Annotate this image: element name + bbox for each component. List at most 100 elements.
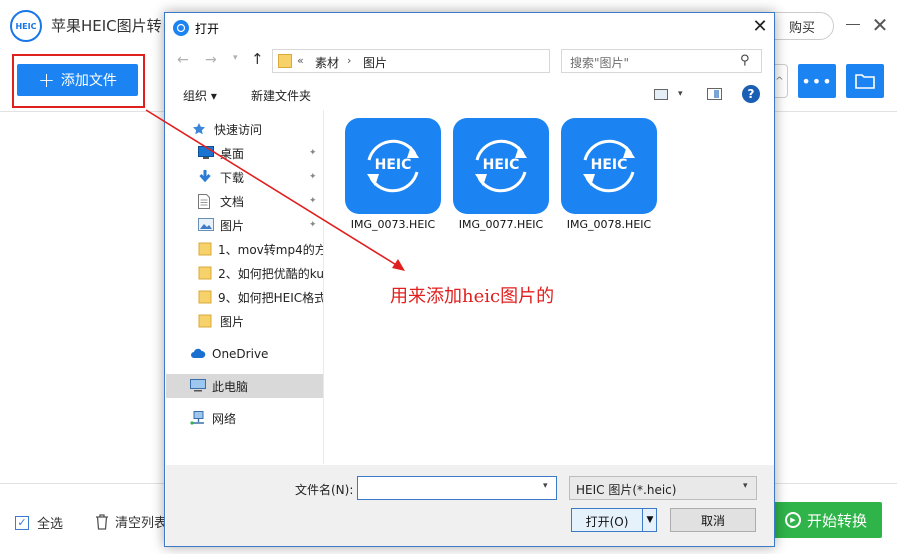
more-options-button[interactable]: ••• (798, 64, 836, 98)
dialog-close-icon[interactable]: ✕ (751, 17, 769, 37)
pin-icon[interactable]: ✦ (309, 220, 317, 230)
document-icon (198, 194, 214, 209)
trash-icon (96, 513, 108, 530)
nav-item-label: 图片 (220, 314, 245, 329)
organize-menu-button[interactable]: 组织 ▾ (183, 87, 217, 104)
folder-icon (198, 242, 212, 256)
play-circle-icon: ▶ (784, 512, 801, 528)
nav-item-label: 网络 (212, 411, 237, 426)
desktop-icon (198, 146, 214, 160)
nav-item-folder-mov[interactable]: 1、mov转mp4的方 (166, 237, 323, 261)
nav-item-pictures[interactable]: 图片 ✦ (166, 213, 323, 237)
nav-item-label: 9、如何把HEIC格式 (218, 290, 324, 305)
nav-item-label: 文档 (220, 194, 245, 209)
nav-item-label: 桌面 (220, 146, 245, 161)
search-placeholder: 搜索"图片" (570, 56, 630, 70)
select-all-checkbox[interactable]: ✓ 全选 (15, 513, 63, 532)
heic-badge-text: HEIC (482, 157, 520, 173)
app-dialog-icon (173, 20, 189, 36)
cloud-icon (190, 347, 206, 361)
navigation-pane[interactable]: 快速访问 桌面 ✦ 下载 ✦ 文档 ✦ 图片 ✦ 1、mov转mp4的方 2、如… (166, 110, 324, 464)
pin-icon[interactable]: ✦ (309, 196, 317, 206)
clear-list-label: 清空列表 (115, 516, 168, 531)
annotation-text: 用来添加heic图片的 (390, 286, 555, 307)
open-options-dropdown-icon[interactable]: ▼ (642, 508, 657, 532)
filename-input[interactable] (357, 476, 557, 500)
nav-item-label: 快速访问 (214, 122, 263, 137)
computer-icon (190, 379, 206, 393)
dialog-title: 打开 (195, 22, 220, 36)
star-icon (192, 122, 208, 136)
heic-file-icon: HEIC (345, 118, 441, 214)
download-icon (198, 170, 214, 184)
help-icon[interactable]: ? (742, 85, 760, 103)
folder-icon (198, 314, 214, 328)
view-options-dropdown-icon[interactable]: ▾ (678, 89, 683, 99)
cancel-button[interactable]: 取消 (670, 508, 756, 532)
folder-icon (855, 74, 875, 89)
output-folder-button[interactable] (846, 64, 884, 98)
recent-locations-chevron-icon[interactable]: ▾ (233, 53, 238, 63)
folder-icon (198, 266, 212, 280)
open-file-dialog: 打开 ✕ ← → ▾ ↑ « 素材 › 图片 ▾ ↻ 搜索"图片" ⚲ 组织 ▾… (164, 12, 775, 547)
open-button-label: 打开(O) (585, 515, 629, 529)
back-arrow-icon[interactable]: ← (177, 52, 189, 68)
folder-icon (198, 290, 212, 304)
forward-arrow-icon[interactable]: → (205, 52, 217, 68)
nav-item-this-pc[interactable]: 此电脑 (166, 374, 323, 398)
file-name: IMG_0078.HEIC (566, 218, 652, 231)
minimize-icon[interactable] (846, 24, 860, 25)
new-folder-button[interactable]: 新建文件夹 (251, 87, 311, 104)
nav-item-quick-access[interactable]: 快速访问 (166, 117, 323, 141)
nav-item-downloads[interactable]: 下载 ✦ (166, 165, 323, 189)
address-overflow-chevron[interactable]: « (297, 54, 304, 67)
file-item-img0073[interactable]: HEIC IMG_0073.HEIC (343, 118, 443, 236)
filetype-select[interactable]: HEIC 图片(*.heic) (569, 476, 757, 500)
checkbox-checked-icon: ✓ (15, 515, 29, 530)
pin-icon[interactable]: ✦ (309, 172, 317, 182)
address-separator-icon[interactable]: › (347, 54, 351, 67)
app-logo-icon: HEIC (10, 10, 42, 42)
file-item-img0077[interactable]: HEIC IMG_0077.HEIC (451, 118, 551, 236)
preview-pane-icon[interactable] (707, 88, 722, 100)
nav-item-onedrive[interactable]: OneDrive (166, 342, 323, 366)
network-icon (190, 411, 206, 425)
pin-icon[interactable]: ✦ (309, 148, 317, 158)
heic-badge-text: HEIC (374, 157, 412, 173)
search-input[interactable]: 搜索"图片" ⚲ (561, 49, 762, 73)
file-name: IMG_0077.HEIC (458, 218, 544, 231)
nav-item-desktop[interactable]: 桌面 ✦ (166, 141, 323, 165)
nav-item-folder-heic[interactable]: 9、如何把HEIC格式 (166, 285, 324, 309)
heic-badge-text: HEIC (590, 157, 628, 173)
filetype-dropdown-icon[interactable]: ▾ (743, 481, 748, 491)
address-segment-tupian[interactable]: 图片 (363, 54, 387, 71)
filename-label: 文件名(N): (295, 483, 354, 497)
nav-item-label: 下载 (220, 170, 245, 185)
filename-history-dropdown-icon[interactable]: ▾ (543, 481, 548, 491)
app-logo-text: HEIC (15, 21, 37, 31)
nav-item-label: 2、如何把优酷的ku (218, 266, 324, 281)
folder-icon (278, 54, 292, 68)
start-convert-button[interactable]: ▶ 开始转换 (770, 502, 882, 538)
file-name: IMG_0073.HEIC (350, 218, 436, 231)
nav-item-folder-youku[interactable]: 2、如何把优酷的ku (166, 261, 324, 285)
start-convert-label: 开始转换 (806, 511, 867, 530)
close-icon[interactable]: ✕ (870, 15, 890, 35)
nav-item-documents[interactable]: 文档 ✦ (166, 189, 323, 213)
search-icon: ⚲ (740, 53, 750, 68)
nav-item-folder-pictures[interactable]: 图片 (166, 309, 323, 333)
change-view-icon[interactable] (654, 89, 668, 100)
nav-item-network[interactable]: 网络 (166, 406, 323, 430)
nav-item-label: OneDrive (212, 347, 269, 361)
nav-item-label: 此电脑 (212, 379, 249, 394)
heic-file-icon: HEIC (453, 118, 549, 214)
app-title: 苹果HEIC图片转 (51, 17, 162, 35)
address-bar[interactable]: « 素材 › 图片 ▾ ↻ (272, 49, 649, 73)
file-item-img0078[interactable]: HEIC IMG_0078.HEIC (559, 118, 659, 236)
up-arrow-icon[interactable]: ↑ (251, 50, 264, 68)
dialog-titlebar: 打开 ✕ (165, 13, 774, 43)
address-segment-sucai[interactable]: 素材 (315, 54, 339, 71)
nav-item-label: 图片 (220, 218, 245, 233)
open-button[interactable]: 打开(O) ▼ (571, 508, 657, 532)
clear-list-button[interactable]: 清空列表 (95, 512, 167, 531)
